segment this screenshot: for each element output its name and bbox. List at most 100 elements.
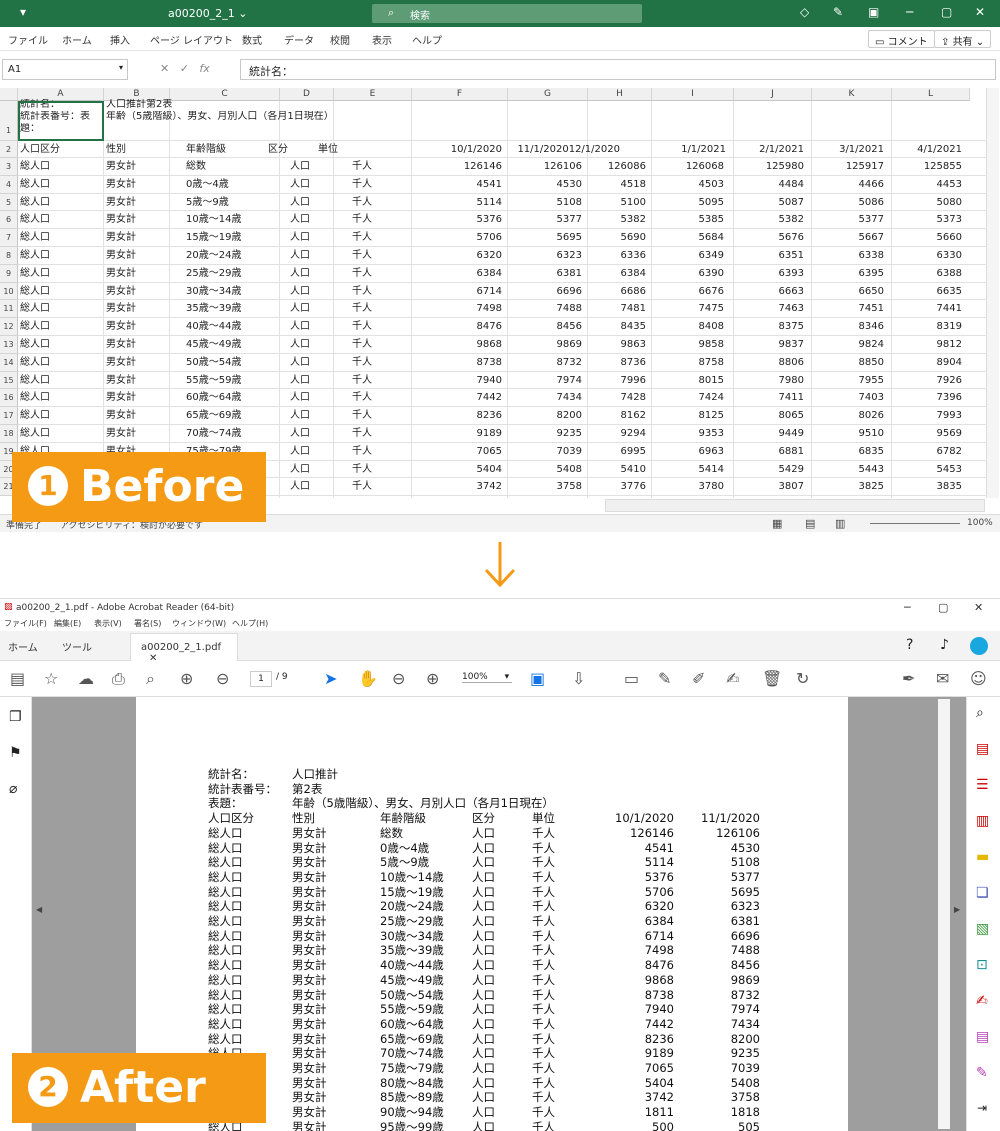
table-cell[interactable]: 7424	[654, 389, 724, 406]
close-icon[interactable]: ✕	[975, 5, 985, 19]
table-cell[interactable]: 8806	[734, 354, 804, 371]
table-cell[interactable]: 6384	[432, 265, 502, 282]
table-cell[interactable]: 千人	[352, 425, 372, 442]
table-cell[interactable]: 6696	[512, 283, 582, 300]
table-cell[interactable]: 総人口	[20, 354, 50, 371]
table-cell[interactable]: 千人	[352, 283, 372, 300]
column-header[interactable]: I	[652, 88, 734, 101]
table-cell[interactable]: 126146	[432, 158, 502, 175]
table-cell[interactable]: 9510	[814, 425, 884, 442]
table-cell[interactable]: 6323	[512, 247, 582, 264]
table-cell[interactable]: 千人	[352, 176, 372, 193]
table-cell[interactable]: 4518	[576, 176, 646, 193]
normal-view-icon[interactable]: ▦	[772, 517, 782, 530]
row-header[interactable]: 17	[0, 407, 18, 425]
table-cell[interactable]: 総人口	[20, 389, 50, 406]
row-header[interactable]: 2	[0, 141, 18, 158]
table-cell[interactable]: 25歳～29歳	[186, 265, 241, 282]
selected-cell-a1[interactable]	[18, 101, 104, 141]
table-cell[interactable]: 男女計	[106, 407, 136, 424]
save-icon[interactable]: ▤	[10, 669, 25, 688]
search-box[interactable]: ⌕ 検索	[372, 4, 642, 23]
table-cell[interactable]: 8162	[576, 407, 646, 424]
tab-document[interactable]: a00200_2_1.pdf ✕	[130, 633, 238, 664]
protect-icon[interactable]: ▤	[976, 1029, 989, 1045]
table-cell[interactable]: 総人口	[20, 336, 50, 353]
table-cell[interactable]: 8346	[814, 318, 884, 335]
table-cell[interactable]: 50歳～54歳	[186, 354, 241, 371]
table-cell[interactable]: 5429	[734, 461, 804, 478]
print-icon[interactable]: ⎙	[112, 669, 125, 689]
table-cell[interactable]: 5歳～9歳	[186, 194, 229, 211]
table-cell[interactable]: 3776	[576, 478, 646, 495]
help-icon[interactable]: ?	[906, 637, 913, 653]
table-cell[interactable]: 人口	[290, 265, 310, 282]
table-cell[interactable]: 9449	[734, 425, 804, 442]
table-cell[interactable]: 10歳～14歳	[186, 211, 241, 228]
row-header[interactable]: 10	[0, 282, 18, 301]
ribbon-tab[interactable]: 挿入	[110, 32, 130, 47]
table-cell[interactable]: 5660	[892, 229, 962, 246]
table-cell[interactable]: 人口	[290, 300, 310, 317]
table-cell[interactable]: 5695	[512, 229, 582, 246]
collapse-right-icon[interactable]: ▶	[954, 905, 960, 914]
table-cell[interactable]: 人口	[290, 158, 310, 175]
export-pdf-icon[interactable]: ▥	[976, 813, 989, 829]
table-cell[interactable]: 人口	[290, 389, 310, 406]
compress-icon[interactable]: ▧	[976, 921, 989, 937]
table-cell[interactable]: 人口	[290, 336, 310, 353]
table-cell[interactable]: 6663	[734, 283, 804, 300]
table-cell[interactable]: 9858	[654, 336, 724, 353]
table-cell[interactable]: 人口	[290, 211, 310, 228]
table-cell[interactable]: 30歳～34歳	[186, 283, 241, 300]
ribbon-display-icon[interactable]: ▣	[868, 5, 879, 19]
table-cell[interactable]: 7996	[576, 372, 646, 389]
table-cell[interactable]: 7065	[432, 443, 502, 460]
table-cell[interactable]: 6782	[892, 443, 962, 460]
ribbon-tab[interactable]: 数式	[242, 32, 262, 47]
table-cell[interactable]: 5100	[576, 194, 646, 211]
table-cell[interactable]: 8904	[892, 354, 962, 371]
table-cell[interactable]: 男女計	[106, 336, 136, 353]
ribbon-tab[interactable]: ページ レイアウト	[150, 32, 233, 47]
table-cell[interactable]: 9863	[576, 336, 646, 353]
draw-icon[interactable]: ✐	[692, 669, 705, 688]
table-cell[interactable]: 千人	[352, 229, 372, 246]
table-cell[interactable]: 5377	[814, 211, 884, 228]
table-cell[interactable]: 6963	[654, 443, 724, 460]
table-cell[interactable]: 5382	[734, 211, 804, 228]
table-cell[interactable]: 6835	[814, 443, 884, 460]
table-cell[interactable]: 6349	[654, 247, 724, 264]
table-cell[interactable]: 千人	[352, 211, 372, 228]
organize-icon[interactable]: ☰	[976, 777, 989, 793]
star-icon[interactable]: ☆	[44, 669, 58, 688]
table-cell[interactable]: 8732	[512, 354, 582, 371]
table-cell[interactable]: 9824	[814, 336, 884, 353]
table-cell[interactable]: 4453	[892, 176, 962, 193]
table-cell[interactable]: 7411	[734, 389, 804, 406]
header-cell[interactable]: 単位	[318, 141, 338, 158]
table-cell[interactable]: 千人	[352, 194, 372, 211]
header-cell[interactable]: 区分	[268, 141, 288, 158]
table-cell[interactable]: 男女計	[106, 283, 136, 300]
table-cell[interactable]: 7993	[892, 407, 962, 424]
row-header[interactable]: 7	[0, 229, 18, 247]
table-cell[interactable]: 7441	[892, 300, 962, 317]
zoom-tool-icon[interactable]: ⌕	[976, 705, 984, 721]
sign-icon[interactable]: ✒	[902, 669, 915, 688]
table-cell[interactable]: 千人	[352, 158, 372, 175]
table-cell[interactable]: 4484	[734, 176, 804, 193]
table-cell[interactable]: 8200	[512, 407, 582, 424]
table-cell[interactable]: 5382	[576, 211, 646, 228]
table-cell[interactable]: 4541	[432, 176, 502, 193]
table-cell[interactable]: 千人	[352, 372, 372, 389]
ribbon-tab[interactable]: データ	[284, 32, 314, 47]
table-cell[interactable]: 千人	[352, 354, 372, 371]
table-cell[interactable]: 60歳～64歳	[186, 389, 241, 406]
table-cell[interactable]: 7926	[892, 372, 962, 389]
table-cell[interactable]: 男女計	[106, 354, 136, 371]
spreadsheet-grid[interactable]: A B C D E F G H I J K L 1 2 3 4 5 6 7 8 9 10 11 12 13 14 15 16 17 18 1…	[0, 88, 986, 498]
table-cell[interactable]: 総人口	[20, 176, 50, 193]
table-cell[interactable]: 人口	[290, 354, 310, 371]
table-cell[interactable]: 5667	[814, 229, 884, 246]
